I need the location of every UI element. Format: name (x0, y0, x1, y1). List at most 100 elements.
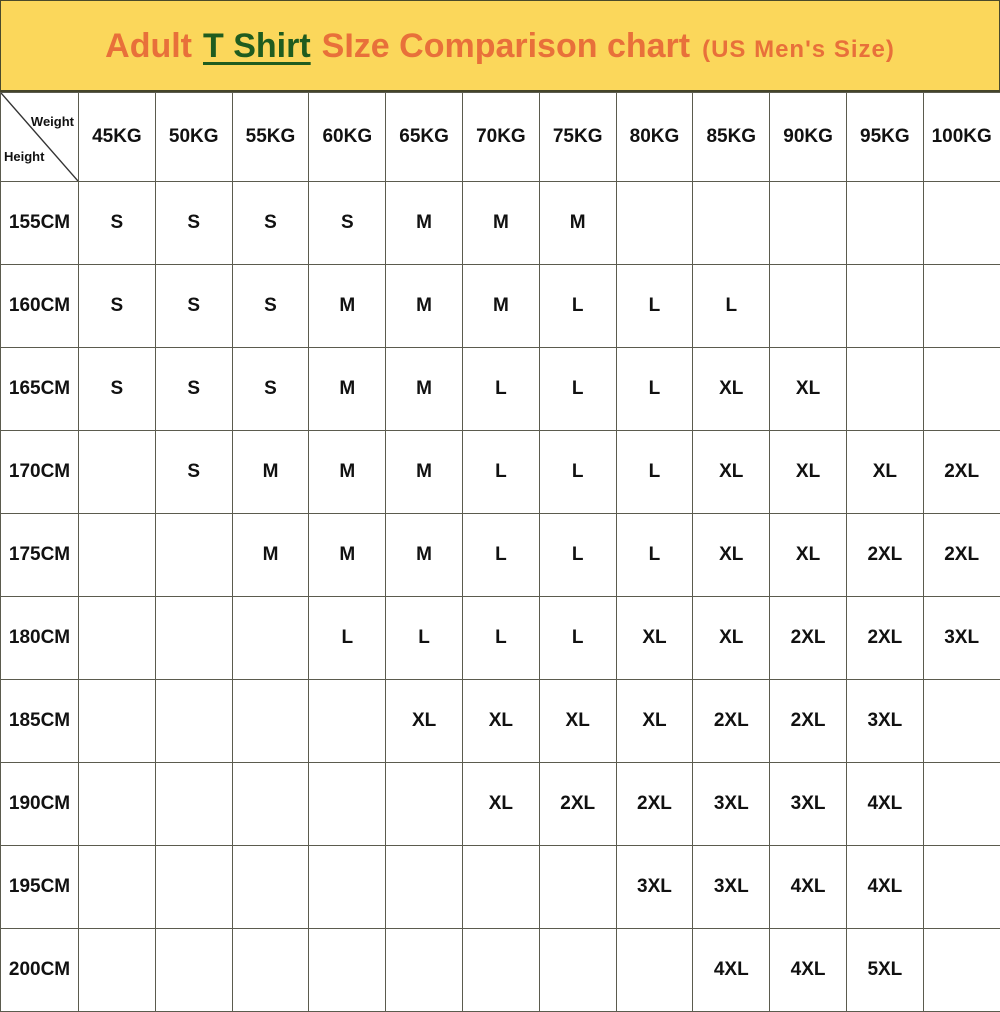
size-cell-160cm-70kg: M (462, 265, 539, 348)
corner-weight-label: Weight (31, 115, 74, 128)
table-row: 175CMMMMLLLXLXL2XL2XL (1, 514, 1000, 597)
title-part-comparison: SIze Comparison chart (322, 29, 690, 63)
size-cell-160cm-45kg: S (79, 265, 156, 348)
weight-header-90kg: 90KG (770, 93, 847, 182)
size-cell-185cm-55kg (232, 680, 309, 763)
size-cell-190cm-90kg: 3XL (770, 763, 847, 846)
weight-header-75kg: 75KG (539, 93, 616, 182)
size-cell-175cm-85kg: XL (693, 514, 770, 597)
size-comparison-table: Weight Height 45KG50KG55KG60KG65KG70KG75… (0, 92, 1000, 1012)
size-cell-185cm-65kg: XL (386, 680, 463, 763)
table-row: 160CMSSSMMMLLL (1, 265, 1000, 348)
title-line: Adult T Shirt SIze Comparison chart (US … (105, 29, 895, 63)
size-cell-170cm-90kg: XL (770, 431, 847, 514)
title-suffix: (US Men's Size) (702, 38, 895, 62)
size-cell-185cm-100kg (923, 680, 1000, 763)
size-cell-200cm-50kg (155, 929, 232, 1012)
size-cell-190cm-45kg (79, 763, 156, 846)
size-cell-175cm-55kg: M (232, 514, 309, 597)
size-cell-180cm-45kg (79, 597, 156, 680)
size-cell-180cm-95kg: 2XL (846, 597, 923, 680)
height-header-200cm: 200CM (1, 929, 79, 1012)
size-cell-180cm-65kg: L (386, 597, 463, 680)
size-cell-170cm-50kg: S (155, 431, 232, 514)
size-cell-195cm-65kg (386, 846, 463, 929)
weight-header-50kg: 50KG (155, 93, 232, 182)
height-header-155cm: 155CM (1, 182, 79, 265)
title-part-tshirt: T Shirt (201, 29, 313, 63)
height-header-195cm: 195CM (1, 846, 79, 929)
size-cell-195cm-95kg: 4XL (846, 846, 923, 929)
size-cell-160cm-85kg: L (693, 265, 770, 348)
size-cell-200cm-80kg (616, 929, 693, 1012)
size-cell-185cm-90kg: 2XL (770, 680, 847, 763)
size-cell-185cm-75kg: XL (539, 680, 616, 763)
size-cell-165cm-85kg: XL (693, 348, 770, 431)
size-cell-195cm-80kg: 3XL (616, 846, 693, 929)
size-cell-200cm-100kg (923, 929, 1000, 1012)
corner-header-cell: Weight Height (1, 93, 79, 182)
table-row: 195CM3XL3XL4XL4XL (1, 846, 1000, 929)
size-cell-195cm-85kg: 3XL (693, 846, 770, 929)
size-cell-180cm-55kg (232, 597, 309, 680)
size-cell-175cm-50kg (155, 514, 232, 597)
size-cell-155cm-55kg: S (232, 182, 309, 265)
size-cell-165cm-55kg: S (232, 348, 309, 431)
size-cell-180cm-60kg: L (309, 597, 386, 680)
size-cell-155cm-85kg (693, 182, 770, 265)
size-cell-170cm-45kg (79, 431, 156, 514)
size-cell-185cm-85kg: 2XL (693, 680, 770, 763)
size-cell-195cm-45kg (79, 846, 156, 929)
size-cell-190cm-65kg (386, 763, 463, 846)
size-cell-170cm-60kg: M (309, 431, 386, 514)
size-cell-195cm-50kg (155, 846, 232, 929)
table-row: 170CMSMMMLLLXLXLXL2XL (1, 431, 1000, 514)
table-row: 200CM4XL4XL5XL (1, 929, 1000, 1012)
size-cell-180cm-50kg (155, 597, 232, 680)
size-cell-190cm-50kg (155, 763, 232, 846)
size-cell-175cm-100kg: 2XL (923, 514, 1000, 597)
height-header-175cm: 175CM (1, 514, 79, 597)
table-row: 180CMLLLLXLXL2XL2XL3XL (1, 597, 1000, 680)
size-cell-180cm-75kg: L (539, 597, 616, 680)
weight-header-55kg: 55KG (232, 93, 309, 182)
size-cell-165cm-70kg: L (462, 348, 539, 431)
height-header-190cm: 190CM (1, 763, 79, 846)
size-cell-155cm-45kg: S (79, 182, 156, 265)
diagonal-divider-icon (1, 93, 78, 181)
size-cell-155cm-100kg (923, 182, 1000, 265)
size-cell-200cm-75kg (539, 929, 616, 1012)
size-cell-165cm-50kg: S (155, 348, 232, 431)
size-cell-180cm-85kg: XL (693, 597, 770, 680)
weight-header-45kg: 45KG (79, 93, 156, 182)
size-cell-185cm-70kg: XL (462, 680, 539, 763)
size-cell-155cm-70kg: M (462, 182, 539, 265)
size-cell-170cm-85kg: XL (693, 431, 770, 514)
size-cell-165cm-100kg (923, 348, 1000, 431)
size-cell-160cm-100kg (923, 265, 1000, 348)
size-cell-180cm-80kg: XL (616, 597, 693, 680)
table-row: 165CMSSSMMLLLXLXL (1, 348, 1000, 431)
size-cell-190cm-100kg (923, 763, 1000, 846)
size-cell-190cm-55kg (232, 763, 309, 846)
size-cell-170cm-100kg: 2XL (923, 431, 1000, 514)
size-cell-200cm-55kg (232, 929, 309, 1012)
height-header-170cm: 170CM (1, 431, 79, 514)
size-chart-root: Adult T Shirt SIze Comparison chart (US … (0, 0, 1000, 1000)
size-cell-175cm-75kg: L (539, 514, 616, 597)
size-cell-160cm-75kg: L (539, 265, 616, 348)
size-cell-165cm-45kg: S (79, 348, 156, 431)
size-cell-185cm-45kg (79, 680, 156, 763)
size-cell-165cm-90kg: XL (770, 348, 847, 431)
weight-header-60kg: 60KG (309, 93, 386, 182)
size-cell-185cm-60kg (309, 680, 386, 763)
height-header-180cm: 180CM (1, 597, 79, 680)
height-header-160cm: 160CM (1, 265, 79, 348)
size-cell-165cm-95kg (846, 348, 923, 431)
size-cell-195cm-70kg (462, 846, 539, 929)
size-cell-200cm-65kg (386, 929, 463, 1012)
size-cell-155cm-50kg: S (155, 182, 232, 265)
size-cell-175cm-70kg: L (462, 514, 539, 597)
size-cell-160cm-65kg: M (386, 265, 463, 348)
weight-header-95kg: 95KG (846, 93, 923, 182)
